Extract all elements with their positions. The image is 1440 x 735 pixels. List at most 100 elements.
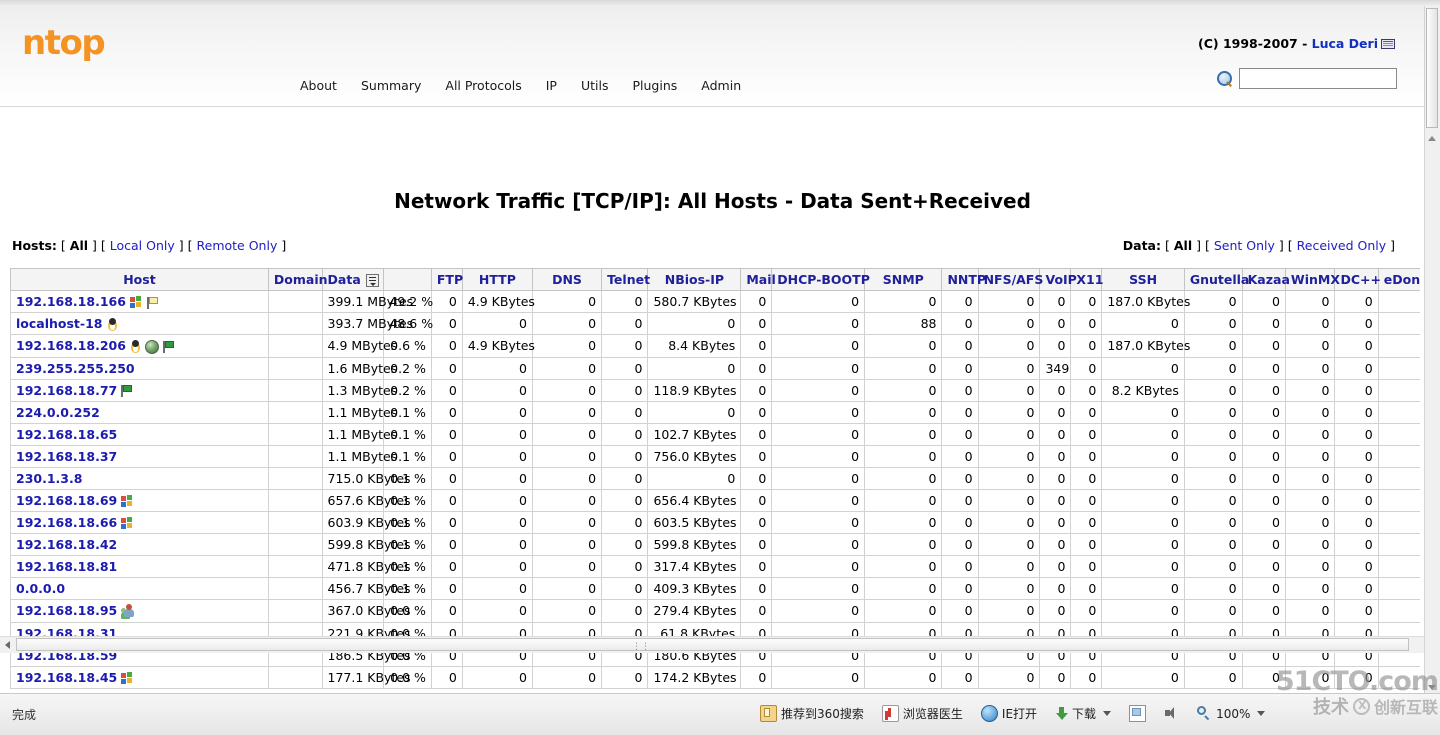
column-header-dc-[interactable]: DC++ (1334, 268, 1381, 291)
host-link[interactable]: 224.0.0.252 (16, 405, 100, 420)
http-cell: 0 (461, 510, 533, 534)
host-link[interactable]: 192.168.18.37 (16, 449, 117, 464)
column-header-host[interactable]: Host (10, 268, 269, 291)
dhcp-cell: 0 (771, 576, 866, 600)
column-header-label: DNS (552, 272, 582, 287)
column-header-nbios-ip[interactable]: NBios-IP (647, 268, 742, 291)
sort-descending-icon[interactable] (365, 274, 379, 287)
column-header-gnutella[interactable]: Gnutella (1183, 268, 1249, 291)
users-icon (121, 603, 137, 619)
column-header-voip[interactable]: VoIP (1039, 268, 1077, 291)
host-link[interactable]: 192.168.18.65 (16, 427, 117, 442)
column-header-mail[interactable]: Mail (740, 268, 776, 291)
nfs-cell: 0 (977, 334, 1041, 358)
site-header: ntop About Summary All Protocols IP Utils Plu… (0, 6, 1425, 107)
host-link[interactable]: 192.168.18.166 (16, 294, 126, 309)
column-header-label: eDonkey (1383, 272, 1420, 287)
nav-item-ip[interactable]: IP (546, 78, 557, 93)
mail-cell: 0 (740, 312, 773, 335)
host-cell: 239.255.255.250 (10, 356, 269, 380)
nav-item-utils[interactable]: Utils (581, 78, 609, 93)
column-header-http[interactable]: HTTP (461, 268, 533, 291)
host-link[interactable]: 192.168.18.42 (16, 537, 117, 552)
data-filter-sent-only[interactable]: Sent Only (1214, 238, 1275, 253)
search-input[interactable] (1239, 68, 1397, 89)
x11-cell: 0 (1070, 665, 1103, 689)
status-item-download[interactable]: 下载 (1055, 705, 1112, 722)
host-link[interactable]: 192.168.18.66 (16, 515, 117, 530)
search-icon[interactable] (1217, 70, 1233, 87)
column-header-domain[interactable]: Domain (267, 268, 328, 291)
nav-item-admin[interactable]: Admin (701, 78, 741, 93)
host-link[interactable]: localhost-18 (16, 316, 103, 331)
nav-item-summary[interactable]: Summary (361, 78, 421, 93)
column-header-pct[interactable] (383, 268, 432, 291)
column-header-data[interactable]: Data (321, 268, 385, 291)
status-item-browser-doctor[interactable]: 浏览器医生 (881, 705, 963, 722)
column-header-dns[interactable]: DNS (531, 268, 603, 291)
status-item-360-search[interactable]: 推荐到360搜索 (760, 705, 864, 722)
chevron-down-icon[interactable] (1103, 711, 1112, 716)
mail-icon[interactable] (1381, 39, 1395, 49)
kazaa-cell: 0 (1241, 290, 1286, 313)
hosts-filter-local-only[interactable]: Local Only (110, 238, 175, 253)
status-item-sound[interactable] (1164, 706, 1179, 721)
x11-cell: 0 (1070, 422, 1103, 446)
column-header-edonkey[interactable]: eDonkey (1377, 268, 1420, 291)
host-link[interactable]: 192.168.18.69 (16, 493, 117, 508)
host-link[interactable]: 230.1.3.8 (16, 471, 82, 486)
hosts-filter-all[interactable]: All (70, 238, 88, 253)
host-link[interactable]: 0.0.0.0 (16, 581, 65, 596)
ntop-logo[interactable]: ntop (22, 23, 106, 63)
column-header-telnet[interactable]: Telnet (601, 268, 650, 291)
http-cell: 0 (461, 466, 533, 490)
host-link[interactable]: 192.168.18.206 (16, 338, 126, 353)
host-link[interactable]: 192.168.18.77 (16, 383, 117, 398)
column-header-kazaa[interactable]: Kazaa (1241, 268, 1290, 291)
column-header-ftp[interactable]: FTP (430, 268, 463, 291)
column-header-ssh[interactable]: SSH (1101, 268, 1185, 291)
host-link[interactable]: 192.168.18.95 (16, 603, 117, 618)
ftp-cell: 0 (430, 422, 463, 446)
http-cell: 0 (461, 576, 533, 600)
host-link[interactable]: 192.168.18.45 (16, 670, 117, 685)
column-header-snmp[interactable]: SNMP (864, 268, 943, 291)
domain-cell (267, 510, 323, 534)
vertical-scrollbar[interactable] (1424, 6, 1440, 694)
scroll-up-arrow-icon[interactable] (1428, 136, 1436, 141)
data-cell: 1.3 MBytes (321, 378, 397, 402)
status-item-window[interactable] (1129, 705, 1147, 722)
hosts-filter-remote-only[interactable]: Remote Only (197, 238, 278, 253)
scroll-down-arrow-icon[interactable] (1428, 685, 1436, 690)
data-filter-all[interactable]: All (1174, 238, 1192, 253)
column-header-x11[interactable]: X11 (1070, 268, 1103, 291)
http-cell: 0 (461, 378, 533, 402)
horizontal-scroll-thumb[interactable]: ⋮⋮ (16, 638, 1409, 652)
domain-cell (267, 378, 323, 402)
author-link[interactable]: Luca Deri (1312, 36, 1378, 51)
status-item-zoom[interactable]: 100% (1197, 706, 1266, 721)
ftp-cell: 0 (430, 576, 463, 600)
nntp-cell: 0 (941, 444, 979, 468)
mail-cell: 0 (740, 356, 773, 380)
column-header-winmx[interactable]: WinMX (1284, 268, 1340, 291)
host-link[interactable]: 239.255.255.250 (16, 361, 135, 376)
horizontal-scrollbar[interactable]: ⋮⋮ (0, 636, 1425, 653)
status-item-open-in-ie[interactable]: IE打开 (980, 705, 1037, 722)
pct-cell: 0.1 % (383, 466, 432, 490)
host-link[interactable]: 192.168.18.81 (16, 559, 117, 574)
domain-cell (267, 532, 323, 556)
column-header-nntp[interactable]: NNTP (941, 268, 986, 291)
nav-item-all-protocols[interactable]: All Protocols (445, 78, 521, 93)
scroll-left-arrow-icon[interactable] (5, 641, 10, 649)
telnet-cell: 0 (601, 422, 649, 446)
column-header-dhcp-bootp[interactable]: DHCP-BOOTP (771, 268, 870, 291)
nav-item-plugins[interactable]: Plugins (633, 78, 678, 93)
column-header-nfs-afs[interactable]: NFS/AFS (977, 268, 1043, 291)
column-header-label: DHCP-BOOTP (777, 272, 870, 287)
chevron-down-icon[interactable] (1257, 711, 1266, 716)
data-filter-received-only[interactable]: Received Only (1297, 238, 1386, 253)
vertical-scroll-thumb[interactable] (1426, 8, 1438, 128)
nbios-cell: 580.7 KBytes (647, 290, 742, 313)
nav-item-about[interactable]: About (300, 78, 337, 93)
